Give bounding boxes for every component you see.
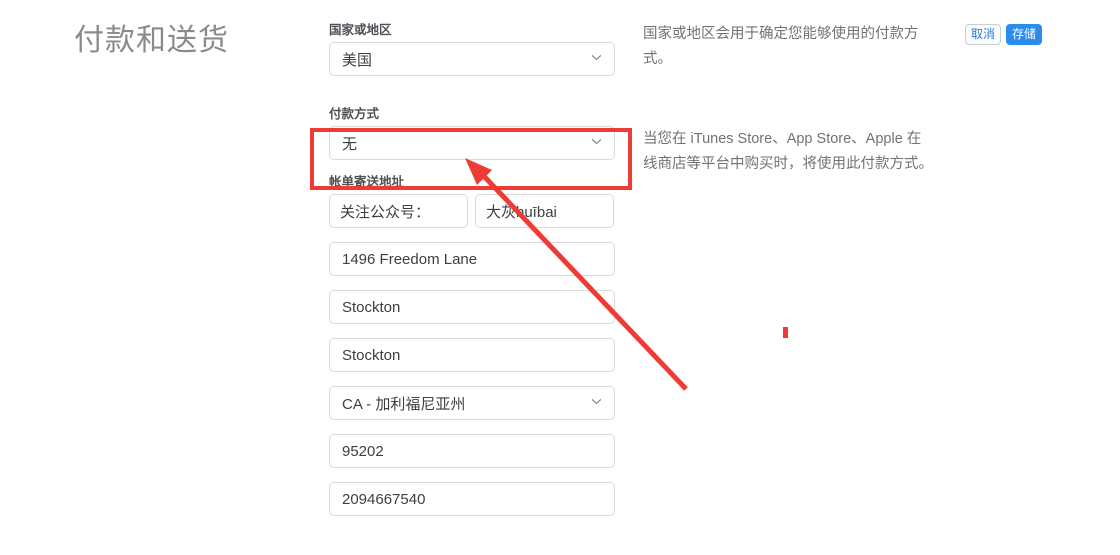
name-row: 关注公众号： 大灰huībai: [329, 194, 615, 228]
country-field: 国家或地区 美国: [329, 22, 615, 76]
page-title: 付款和送货: [74, 24, 229, 57]
save-button[interactable]: 存储: [1005, 24, 1042, 45]
state-select[interactable]: CA - 加利福尼亚州: [329, 386, 615, 420]
last-name-value: 大灰huībai: [486, 203, 557, 221]
chevron-down-icon: [591, 136, 602, 147]
street-address-value: 1496 Freedom Lane: [342, 250, 478, 268]
cancel-button[interactable]: 取消: [964, 24, 1001, 45]
postal-code-input[interactable]: 95202: [329, 434, 615, 468]
district-input[interactable]: Stockton: [329, 338, 615, 372]
country-select[interactable]: 美国: [329, 42, 615, 76]
payment-method-value: 无: [342, 135, 358, 153]
city-value: Stockton: [342, 298, 401, 316]
phone-value: 2094667540: [342, 490, 426, 508]
street-address-input[interactable]: 1496 Freedom Lane: [329, 242, 615, 276]
country-label: 国家或地区: [329, 23, 392, 37]
payment-method-label: 付款方式: [329, 107, 380, 121]
first-name-value: 关注公众号：: [340, 203, 431, 221]
payment-method-help-text: 当您在 iTunes Store、App Store、Apple 在线商店等平台…: [643, 131, 933, 172]
payment-method-select[interactable]: 无: [329, 126, 615, 160]
billing-address-label: 帐单寄送地址: [329, 175, 405, 189]
red-dot-marker: [783, 327, 788, 338]
country-help-text: 国家或地区会用于确定您能够使用的付款方式。: [643, 26, 919, 67]
phone-input[interactable]: 2094667540: [329, 482, 615, 516]
billing-address-group: 帐单寄送地址 关注公众号： 大灰huībai 1496 Freedom Lane…: [329, 174, 615, 516]
last-name-input[interactable]: 大灰huībai: [475, 194, 614, 228]
state-value: CA - 加利福尼亚州: [342, 395, 466, 413]
district-value: Stockton: [342, 346, 401, 364]
action-buttons: 取消 存储: [964, 24, 1042, 45]
payment-method-field: 付款方式 无: [329, 106, 615, 160]
city-input[interactable]: Stockton: [329, 290, 615, 324]
first-name-input[interactable]: 关注公众号：: [329, 194, 468, 228]
payment-and-shipping-form: 国家或地区 美国 付款方式 无 帐单寄送地址 关注公众号： 大灰huībai 1…: [329, 22, 615, 516]
country-value: 美国: [342, 51, 373, 69]
chevron-down-icon: [591, 52, 602, 63]
chevron-down-icon: [591, 396, 602, 407]
postal-code-value: 95202: [342, 442, 384, 460]
